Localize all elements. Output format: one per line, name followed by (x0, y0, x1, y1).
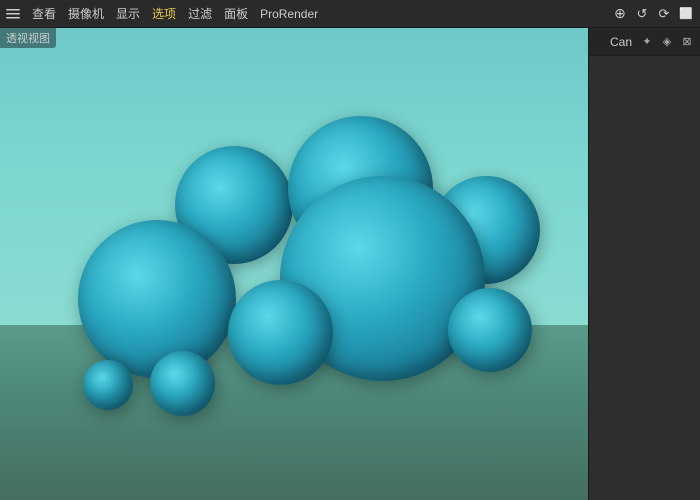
sync-icon[interactable]: ⟳ (654, 4, 674, 24)
sphere-medium-front-center (228, 280, 333, 385)
right-panel: Can ✦ ◈ ⊠ (588, 28, 700, 500)
options-menu[interactable]: 选项 (146, 3, 182, 24)
can-label: Can (610, 35, 632, 49)
move-icon[interactable]: ⊕ (610, 4, 630, 24)
sphere-tiny (83, 360, 133, 410)
hamburger-icon[interactable] (4, 5, 22, 23)
panel-icon-1[interactable]: ✦ (638, 33, 656, 51)
3d-scene (0, 28, 588, 500)
toolbar-icons: ⊕ ↺ ⟳ ⬜ (610, 4, 696, 24)
right-panel-header: Can ✦ ◈ ⊠ (589, 28, 700, 56)
panel-icon-2[interactable]: ◈ (658, 33, 676, 51)
sphere-large-left (78, 220, 236, 378)
panel-menu[interactable]: 面板 (218, 3, 254, 24)
camera-menu[interactable]: 摄像机 (62, 3, 110, 24)
menubar: 查看 摄像机 显示 选项 过滤 面板 ProRender ⊕ ↺ ⟳ ⬜ (0, 0, 700, 28)
right-panel-content (589, 56, 700, 500)
viewport-label: 透视视图 (0, 28, 56, 48)
panel-icon-3[interactable]: ⊠ (678, 33, 696, 51)
rotate-icon[interactable]: ↺ (632, 4, 652, 24)
spheres-container (0, 28, 588, 500)
sphere-right-small (448, 288, 532, 372)
viewport-area[interactable]: 透视视图 (0, 28, 588, 500)
filter-menu[interactable]: 过滤 (182, 3, 218, 24)
prorender-menu[interactable]: ProRender (254, 5, 324, 23)
display-menu[interactable]: 显示 (110, 3, 146, 24)
sphere-small-left (150, 351, 215, 416)
main-layout: 透视视图 (0, 28, 700, 500)
window-icon[interactable]: ⬜ (676, 4, 696, 24)
view-menu[interactable]: 查看 (26, 3, 62, 24)
